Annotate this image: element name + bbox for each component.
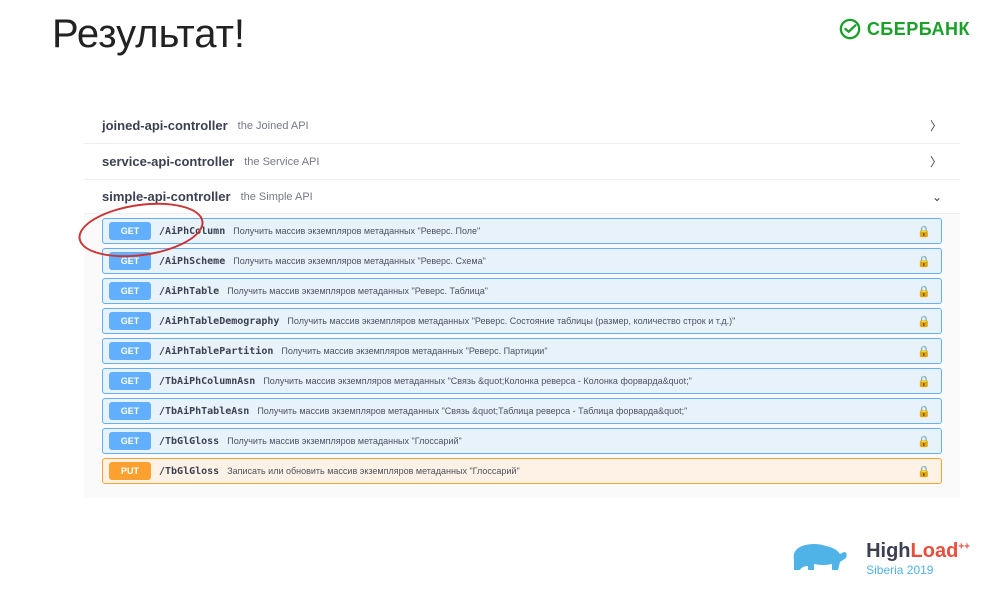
endpoint-desc: Получить массив экземпляров метаданных "… (227, 436, 917, 446)
controller-desc: the Simple API (241, 191, 313, 203)
method-badge: GET (109, 312, 151, 330)
lock-icon[interactable]: 🔒 (917, 405, 931, 418)
highload-logo: HighLoad++ Siberia 2019 (866, 540, 970, 577)
endpoint-path: /AiPhColumn (159, 226, 225, 237)
endpoint-desc: Получить массив экземпляров метаданных "… (263, 376, 917, 386)
method-badge: GET (109, 222, 151, 240)
controller-name: simple-api-controller (102, 189, 231, 204)
endpoint-row[interactable]: GET /AiPhScheme Получить массив экземпля… (102, 248, 942, 274)
lock-icon[interactable]: 🔒 (917, 345, 931, 358)
endpoint-row[interactable]: GET /TbGlGloss Получить массив экземпляр… (102, 428, 942, 454)
endpoint-path: /TbGlGloss (159, 466, 219, 477)
lock-icon[interactable]: 🔒 (917, 375, 931, 388)
lock-icon[interactable]: 🔒 (917, 255, 931, 268)
endpoint-list: GET /AiPhColumn Получить массив экземпля… (84, 218, 960, 484)
sberbank-logo: СБЕРБАНК (839, 18, 970, 40)
endpoint-path: /TbGlGloss (159, 436, 219, 447)
bear-icon (784, 536, 854, 580)
endpoint-path: /TbAiPhColumnAsn (159, 376, 255, 387)
chevron-down-icon: ⌄ (932, 190, 942, 204)
endpoint-row[interactable]: GET /AiPhTable Получить массив экземпляр… (102, 278, 942, 304)
method-badge: PUT (109, 462, 151, 480)
endpoint-desc: Получить массив экземпляров метаданных "… (287, 316, 917, 326)
method-badge: GET (109, 432, 151, 450)
sberbank-text: СБЕРБАНК (867, 19, 970, 40)
endpoint-desc: Получить массив экземпляров метаданных "… (257, 406, 917, 416)
lock-icon[interactable]: 🔒 (917, 465, 931, 478)
endpoint-row[interactable]: GET /AiPhColumn Получить массив экземпля… (102, 218, 942, 244)
lock-icon[interactable]: 🔒 (917, 315, 931, 328)
endpoint-row[interactable]: GET /AiPhTableDemography Получить массив… (102, 308, 942, 334)
endpoint-path: /TbAiPhTableAsn (159, 406, 249, 417)
lock-icon[interactable]: 🔒 (917, 435, 931, 448)
endpoint-row[interactable]: GET /AiPhTablePartition Получить массив … (102, 338, 942, 364)
lock-icon[interactable]: 🔒 (917, 225, 931, 238)
method-badge: GET (109, 282, 151, 300)
sberbank-icon (839, 18, 861, 40)
method-badge: GET (109, 402, 151, 420)
endpoint-desc: Получить массив экземпляров метаданных "… (227, 286, 917, 296)
method-badge: GET (109, 372, 151, 390)
endpoint-row[interactable]: PUT /TbGlGloss Записать или обновить мас… (102, 458, 942, 484)
controller-name: joined-api-controller (102, 118, 228, 133)
footer-logos: HighLoad++ Siberia 2019 (784, 536, 970, 580)
endpoint-desc: Записать или обновить массив экземпляров… (227, 466, 917, 476)
endpoint-row[interactable]: GET /TbAiPhColumnAsn Получить массив экз… (102, 368, 942, 394)
endpoint-path: /AiPhTablePartition (159, 346, 273, 357)
endpoint-path: /AiPhScheme (159, 256, 225, 267)
controller-name: service-api-controller (102, 154, 234, 169)
endpoint-path: /AiPhTableDemography (159, 316, 279, 327)
endpoint-path: /AiPhTable (159, 286, 219, 297)
controller-joined[interactable]: joined-api-controller the Joined API 〉 (84, 108, 960, 144)
controller-service[interactable]: service-api-controller the Service API 〉 (84, 144, 960, 180)
highload-sub: Siberia 2019 (866, 563, 970, 577)
highload-load: Load (911, 540, 959, 562)
method-badge: GET (109, 252, 151, 270)
lock-icon[interactable]: 🔒 (917, 285, 931, 298)
method-badge: GET (109, 342, 151, 360)
highload-plus: ++ (958, 541, 970, 552)
highload-high: High (866, 540, 910, 562)
controller-desc: the Service API (244, 156, 319, 168)
swagger-panel: joined-api-controller the Joined API 〉 s… (84, 108, 960, 498)
endpoint-desc: Получить массив экземпляров метаданных "… (233, 226, 917, 236)
controller-desc: the Joined API (238, 120, 309, 132)
endpoint-row[interactable]: GET /TbAiPhTableAsn Получить массив экзе… (102, 398, 942, 424)
endpoint-desc: Получить массив экземпляров метаданных "… (281, 346, 917, 356)
endpoint-desc: Получить массив экземпляров метаданных "… (233, 256, 917, 266)
chevron-right-icon: 〉 (930, 117, 942, 134)
slide-title: Результат! (52, 12, 245, 57)
controller-simple[interactable]: simple-api-controller the Simple API ⌄ (84, 180, 960, 214)
chevron-right-icon: 〉 (930, 153, 942, 170)
